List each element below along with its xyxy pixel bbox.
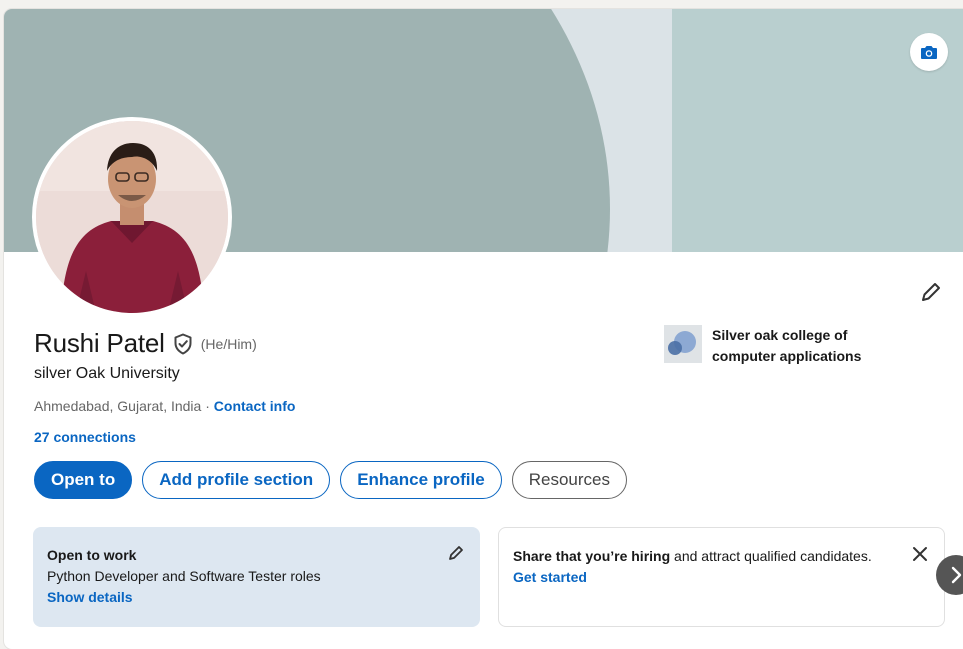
pencil-icon bbox=[449, 546, 463, 560]
edit-open-to-work-button[interactable] bbox=[444, 541, 468, 565]
profile-headline: silver Oak University bbox=[34, 365, 180, 382]
education-entry[interactable]: Silver oak college of computer applicati… bbox=[664, 325, 902, 367]
edit-intro-button[interactable] bbox=[916, 277, 946, 307]
avatar-image bbox=[36, 121, 228, 313]
add-profile-section-button[interactable]: Add profile section bbox=[142, 461, 331, 499]
profile-card: Rushi Patel (He/Him) silver Oak Universi… bbox=[4, 9, 963, 649]
edit-banner-button[interactable] bbox=[910, 33, 948, 71]
enhance-profile-button[interactable]: Enhance profile bbox=[340, 461, 502, 499]
profile-name: Rushi Patel bbox=[34, 328, 165, 358]
verified-badge[interactable] bbox=[173, 333, 193, 355]
resources-button[interactable]: Resources bbox=[511, 461, 627, 499]
hiring-bold-text: Share that you’re hiring bbox=[513, 548, 671, 564]
close-icon bbox=[913, 547, 927, 561]
open-to-work-title: Open to work bbox=[47, 547, 137, 563]
connections-link[interactable]: 27 connections bbox=[34, 429, 136, 445]
profile-photo[interactable] bbox=[32, 117, 232, 317]
pronouns: (He/Him) bbox=[200, 335, 257, 352]
hiring-text: Share that you’re hiring and attract qua… bbox=[513, 546, 873, 567]
location-separator: · bbox=[201, 398, 214, 414]
dismiss-hiring-button[interactable] bbox=[908, 542, 932, 566]
hiring-card: Share that you’re hiring and attract qua… bbox=[498, 527, 945, 627]
pencil-icon bbox=[922, 283, 940, 301]
get-started-link[interactable]: Get started bbox=[513, 567, 930, 588]
open-to-work-roles: Python Developer and Software Tester rol… bbox=[47, 568, 321, 584]
show-details-link[interactable]: Show details bbox=[47, 587, 466, 608]
camera-icon bbox=[921, 46, 937, 59]
hiring-rest-text: and attract qualified candidates. bbox=[670, 548, 872, 564]
contact-info-link[interactable]: Contact info bbox=[214, 398, 296, 414]
name-row: Rushi Patel (He/Him) bbox=[34, 328, 257, 359]
location-text: Ahmedabad, Gujarat, India bbox=[34, 398, 202, 414]
education-logo bbox=[664, 325, 702, 363]
chevron-right-icon bbox=[951, 566, 962, 584]
location-row: Ahmedabad, Gujarat, India · Contact info bbox=[34, 398, 295, 414]
education-name: Silver oak college of computer applicati… bbox=[712, 327, 862, 364]
profile-actions: Open to Add profile section Enhance prof… bbox=[34, 461, 627, 499]
open-to-button[interactable]: Open to bbox=[34, 461, 133, 499]
verified-shield-icon bbox=[174, 333, 192, 354]
open-to-work-card: Open to work Python Developer and Softwa… bbox=[33, 527, 480, 627]
